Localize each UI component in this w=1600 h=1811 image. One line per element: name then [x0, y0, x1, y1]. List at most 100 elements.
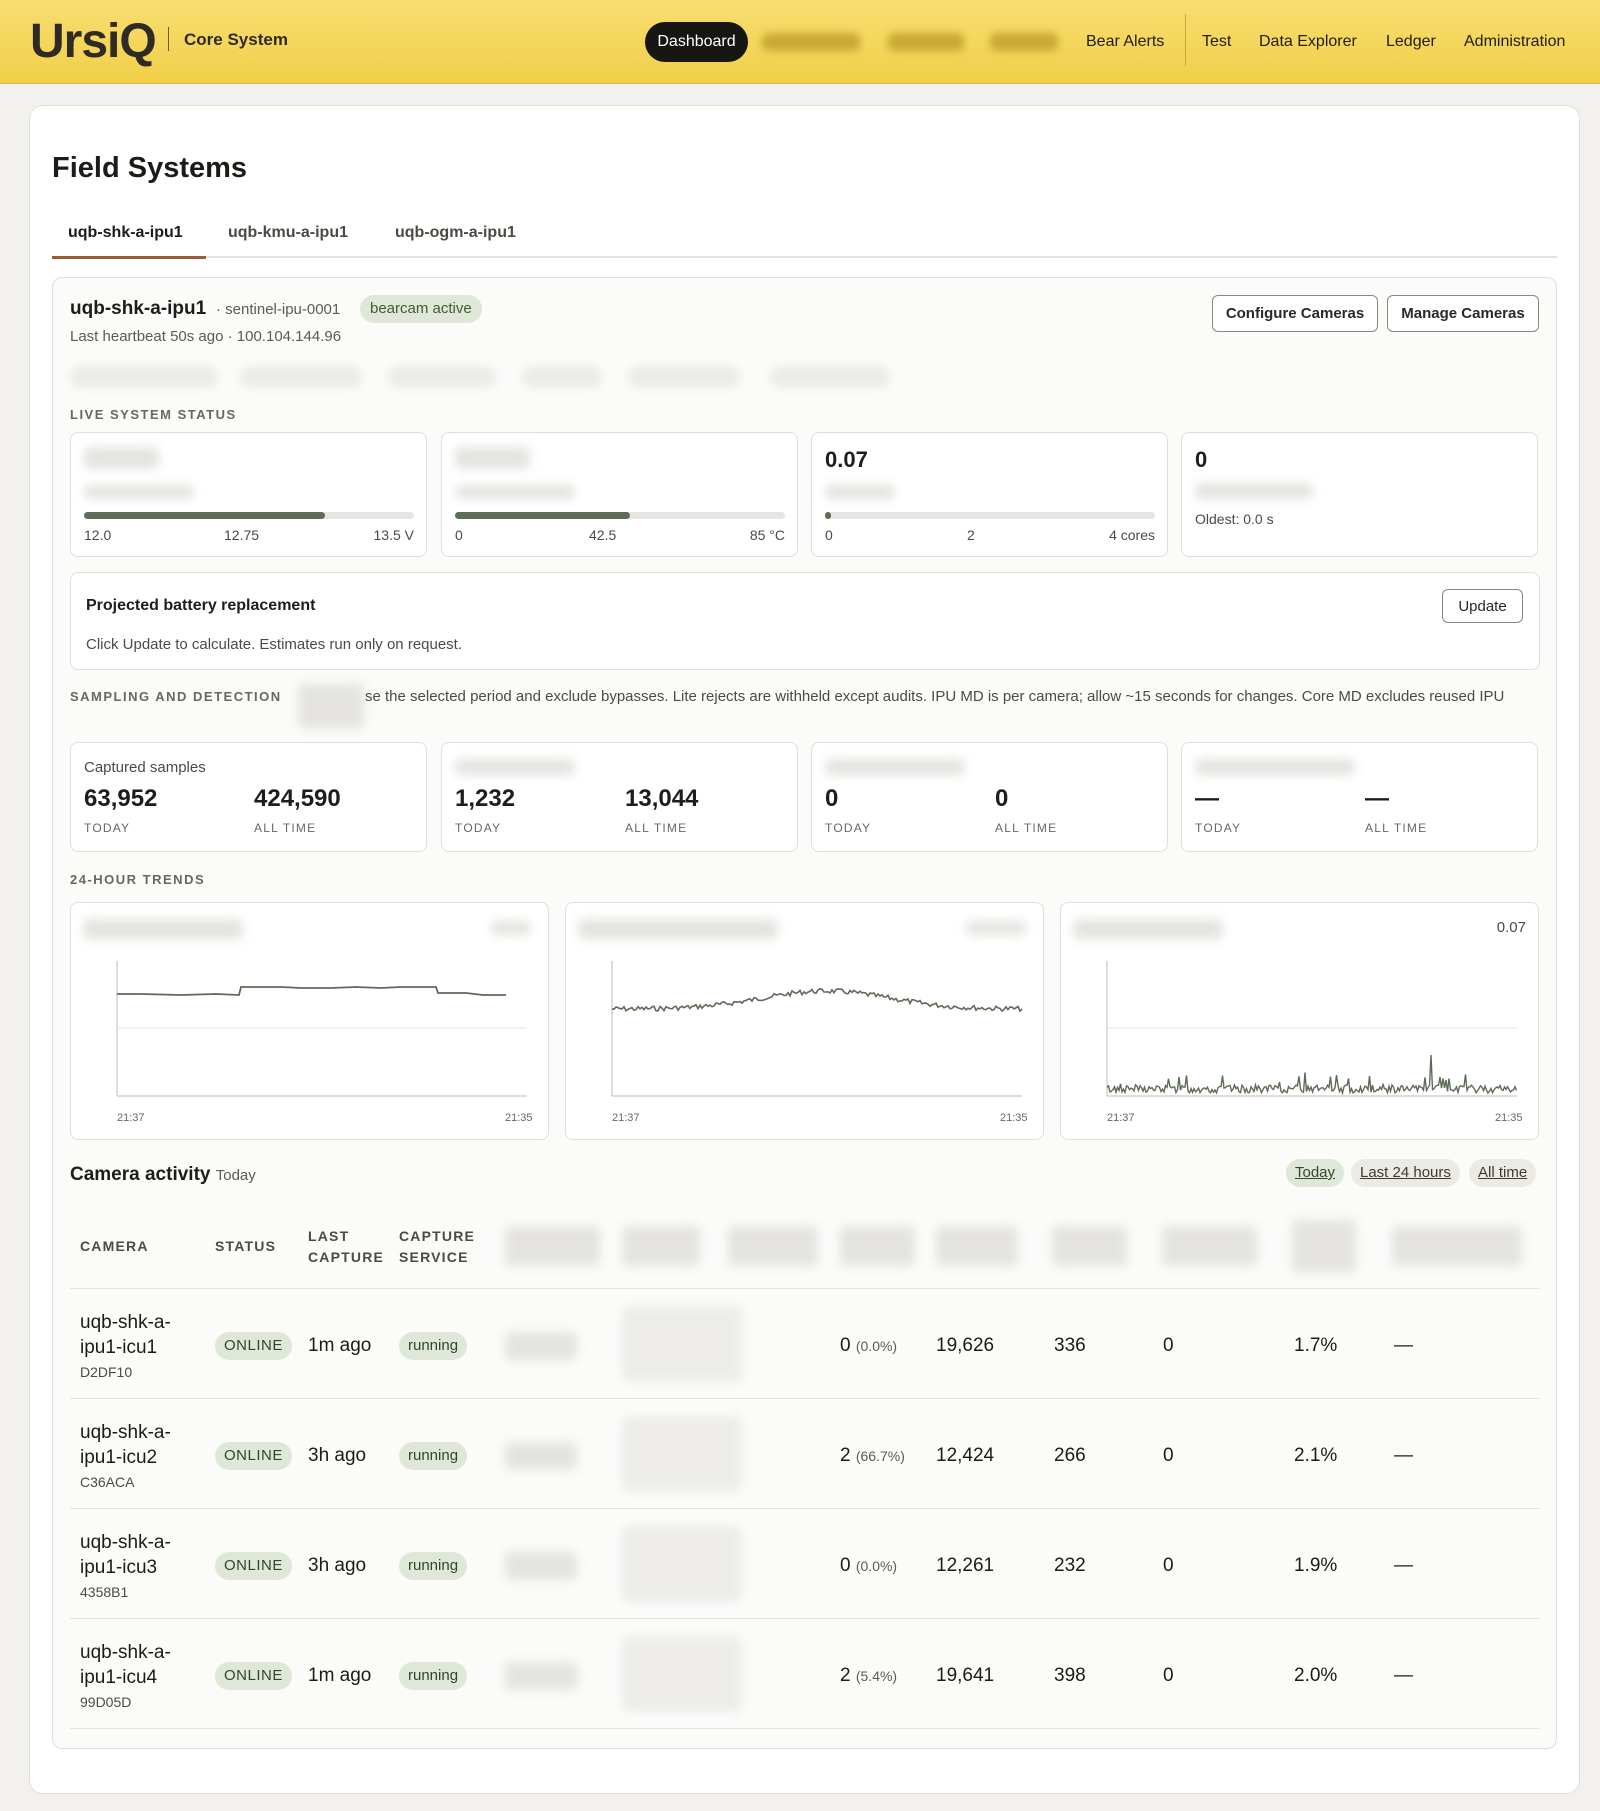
scale-min: 0 — [455, 527, 463, 543]
scale-max: 4 cores — [1109, 527, 1155, 543]
redacted-cell — [622, 1526, 742, 1602]
redacted-cell — [505, 1552, 577, 1580]
top-bar: UrsiQ Core System Dashboard Bear Alerts … — [0, 0, 1600, 84]
today-value: — — [1195, 785, 1219, 812]
metric-c: 266 — [1054, 1445, 1086, 1466]
temperature-trend-chart: 21:37 21:35 — [565, 902, 1044, 1140]
col-redacted[interactable] — [1392, 1226, 1522, 1266]
battery-description: Click Update to calculate. Estimates run… — [86, 636, 463, 653]
metric-d: 0 — [1163, 1555, 1174, 1576]
col-redacted[interactable] — [1292, 1220, 1356, 1272]
nav-ledger[interactable]: Ledger — [1386, 22, 1436, 62]
col-redacted[interactable] — [622, 1226, 700, 1266]
nav-item-redacted-2[interactable] — [888, 33, 964, 51]
nav-item-redacted-3[interactable] — [990, 33, 1058, 51]
metric-a-percent: (5.4%) — [855, 1668, 898, 1684]
x-tick-start: 21:37 — [117, 1112, 145, 1124]
metric-b: 12,424 — [936, 1445, 995, 1466]
camera-name[interactable]: uqb-shk-a- ipu1-icu4 99D05D — [80, 1640, 171, 1715]
voltage-card: 12.0 12.75 13.5 V — [70, 432, 427, 557]
camera-name-line1: uqb-shk-a- — [80, 1532, 171, 1553]
service-status-badge: running — [399, 1442, 468, 1470]
card-label-redacted — [825, 759, 965, 775]
today-caption: TODAY — [1195, 821, 1242, 835]
metric-d: 0 — [1163, 1335, 1174, 1356]
range-today[interactable]: Today — [1286, 1159, 1345, 1187]
load-trend-svg: 21:37 21:35 — [1106, 961, 1523, 1124]
manage-cameras-button[interactable]: Manage Cameras — [1387, 295, 1539, 332]
col-redacted[interactable] — [936, 1226, 1018, 1266]
nav-administration[interactable]: Administration — [1464, 22, 1565, 62]
col-camera[interactable]: CAMERA — [80, 1236, 149, 1257]
tab-uqb-shk-a-ipu1[interactable]: uqb-shk-a-ipu1 — [68, 224, 183, 242]
col-redacted[interactable] — [505, 1226, 600, 1266]
voltage-trend-svg: 21:37 21:35 — [116, 961, 533, 1124]
metric-c: 336 — [1054, 1335, 1086, 1356]
scale-max: 13.5 V — [373, 527, 414, 543]
card-label-redacted — [455, 759, 575, 775]
nav-bear-alerts[interactable]: Bear Alerts — [1086, 22, 1164, 62]
metric-e: 1.7% — [1294, 1335, 1338, 1356]
update-battery-button[interactable]: Update — [1442, 589, 1523, 623]
x-tick-end: 21:35 — [1000, 1112, 1028, 1124]
all-time-caption: ALL TIME — [995, 821, 1058, 835]
ursiq-logo[interactable]: UrsiQ — [30, 14, 157, 69]
metric-b: 19,626 — [936, 1335, 995, 1356]
info-chip — [770, 366, 890, 388]
load-value: 0.07 — [825, 447, 868, 472]
voltage-bar — [84, 512, 414, 519]
last-capture: 1m ago — [308, 1335, 372, 1356]
metric-d: 0 — [1163, 1445, 1174, 1466]
active-tab-indicator — [52, 256, 206, 259]
card-label: Captured samples — [84, 759, 206, 776]
voltage-sub — [84, 485, 194, 499]
col-capture-service[interactable]: CAPTURE SERVICE — [399, 1226, 475, 1268]
temperature-card: 0 42.5 85 °C — [441, 432, 798, 557]
all-time-caption: ALL TIME — [625, 821, 688, 835]
queue-card: 0 Oldest: 0.0 s — [1181, 432, 1538, 557]
last-capture: 1m ago — [308, 1665, 372, 1686]
camera-name[interactable]: uqb-shk-a- ipu1-icu3 4358B1 — [80, 1530, 171, 1605]
nav-item-redacted-1[interactable] — [762, 33, 860, 51]
nav-dashboard[interactable]: Dashboard — [645, 22, 748, 62]
camera-activity-heading: Camera activity — [70, 1164, 211, 1185]
col-status[interactable]: STATUS — [215, 1236, 276, 1257]
metric-a-value: 2 — [840, 1665, 851, 1686]
range-last-24-hours[interactable]: Last 24 hours — [1351, 1159, 1460, 1187]
tab-uqb-ogm-a-ipu1[interactable]: uqb-ogm-a-ipu1 — [395, 224, 516, 242]
metric-a: 0 (0.0%) — [840, 1555, 897, 1577]
last-capture: 3h ago — [308, 1555, 367, 1576]
col-capture-service-line1: CAPTURE — [399, 1228, 476, 1244]
col-redacted[interactable] — [1052, 1226, 1127, 1266]
col-redacted[interactable] — [840, 1226, 915, 1266]
x-tick-end: 21:35 — [1495, 1112, 1523, 1124]
system-tabs: uqb-shk-a-ipu1 uqb-kmu-a-ipu1 uqb-ogm-a-… — [52, 212, 1557, 259]
configure-cameras-button[interactable]: Configure Cameras — [1212, 295, 1378, 332]
system-device-id: · sentinel-ipu-0001 — [216, 301, 341, 318]
metric-a-value: 0 — [840, 1555, 851, 1576]
col-capture-service-line2: SERVICE — [399, 1249, 469, 1265]
status-badge-online: ONLINE — [215, 1552, 292, 1580]
camera-id: C36ACA — [80, 1474, 135, 1490]
temperature-value — [455, 447, 530, 469]
camera-id: 99D05D — [80, 1694, 132, 1710]
scale-min: 12.0 — [84, 527, 112, 543]
nav-data-explorer[interactable]: Data Explorer — [1259, 22, 1357, 62]
col-redacted[interactable] — [728, 1226, 818, 1266]
col-last-capture[interactable]: LAST CAPTURE — [308, 1226, 384, 1268]
tab-uqb-kmu-a-ipu1[interactable]: uqb-kmu-a-ipu1 — [228, 224, 348, 242]
camera-activity-period: Today — [215, 1167, 256, 1184]
sampling-card-2: 1,232 13,044 TODAY ALL TIME — [441, 742, 798, 852]
load-line — [1106, 1054, 1518, 1096]
load-card: 0.07 0 2 4 cores — [811, 432, 1168, 557]
camera-name-line1: uqb-shk-a- — [80, 1422, 171, 1443]
col-redacted[interactable] — [1162, 1226, 1257, 1266]
voltage-value — [84, 447, 159, 469]
camera-name[interactable]: uqb-shk-a- ipu1-icu2 C36ACA — [80, 1420, 171, 1495]
metric-a: 2 (66.7%) — [840, 1445, 905, 1467]
redacted-cell — [505, 1662, 577, 1690]
service-status-badge: running — [399, 1662, 468, 1690]
nav-test[interactable]: Test — [1202, 22, 1231, 62]
camera-name[interactable]: uqb-shk-a- ipu1-icu1 D2DF10 — [80, 1310, 171, 1385]
range-all-time[interactable]: All time — [1469, 1159, 1537, 1187]
